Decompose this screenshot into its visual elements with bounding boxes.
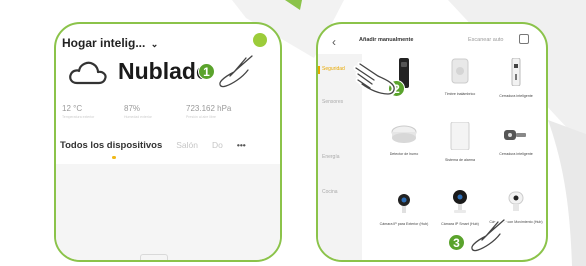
device-tile[interactable]: Cámara IP para Exterior (Hub) [376,192,432,227]
chevron-down-icon: ⌄ [150,39,159,49]
scan-icon[interactable] [519,34,529,44]
more-tabs-icon[interactable]: ••• [237,140,246,150]
home-selector[interactable]: Hogar intelig... ⌄ [62,36,158,50]
sidebar-item-kitchen[interactable]: Cocina [322,189,338,195]
add-device-icon[interactable] [253,33,267,47]
top-bar: ‹ Añadir manualmente Escanear auto [318,34,546,50]
stat-pressure: 723.162 hPa Presión al aire libre [186,104,231,119]
empty-placeholder-icon [140,254,168,260]
device-list-area [56,164,280,260]
stat-value: 87% [124,104,141,113]
scan-auto-link[interactable]: Escanear auto [468,37,503,43]
weather-widget: Nublado [68,58,210,85]
stat-label: Temperatura exterior [62,115,95,119]
sidebar-item-sensors[interactable]: Sensores [322,99,343,105]
room-tabs: Todos los dispositivos Salón Do ••• [60,140,246,151]
category-indicator [318,66,320,74]
alarm-panel-icon [450,121,470,151]
tab-do[interactable]: Do [212,140,223,150]
pointing-hand-icon [469,217,507,253]
smart-lock-icon [504,130,526,140]
smart-lock-icon [511,57,521,87]
device-label: Cerradura inteligente [499,152,533,156]
stat-value: 723.162 hPa [186,104,232,113]
home-name: Hogar intelig... [62,36,146,50]
pointing-hand-icon [353,62,397,97]
device-label: Cerradura inteligente [499,94,533,98]
device-label: Cámara IP para Exterior (Hub) [379,222,429,226]
sidebar-item-energy[interactable]: Energía [322,154,340,160]
page-title: Añadir manualmente [359,37,414,43]
weather-stats: 12 °C Temperatura exterior 87% Humedad e… [62,104,231,119]
device-tile[interactable]: Detector de humo [376,124,432,157]
back-arrow-icon[interactable]: ‹ [332,35,336,49]
stat-value: 12 °C [62,104,83,113]
motion-camera-icon [508,191,524,211]
tab-indicator [112,156,116,159]
ip-camera-icon [453,190,467,213]
stat-label: Presión al aire libre [186,115,216,119]
device-tile[interactable]: Sistema de alarma [432,121,488,163]
smoke-detector-icon [391,125,417,143]
sidebar-item-security[interactable]: Seguridad [322,66,345,72]
stat-label: Humedad exterior [124,115,152,119]
device-label: Sistema de alarma [445,158,475,162]
stat-humidity: 87% Humedad exterior [124,104,164,119]
pointing-hand-icon [217,53,255,89]
device-tile[interactable]: Cerradura inteligente [488,57,544,99]
device-tile[interactable]: Cerradura inteligente [488,126,544,157]
doorbell-icon [451,58,469,84]
stat-temperature: 12 °C Temperatura exterior [62,104,102,119]
outdoor-camera-icon [398,194,410,213]
tab-salon[interactable]: Salón [176,140,198,150]
device-tile[interactable]: Timbre inalámbrico [432,58,488,97]
cloud-icon [69,61,107,84]
weather-label: Nublado [118,58,210,84]
device-label: Detector de humo [389,152,419,156]
phone-screen-add-device: ‹ Añadir manualmente Escanear auto Segur… [316,22,548,262]
device-label: Timbre inalámbrico [444,92,476,96]
tab-all-devices[interactable]: Todos los dispositivos [60,140,162,151]
